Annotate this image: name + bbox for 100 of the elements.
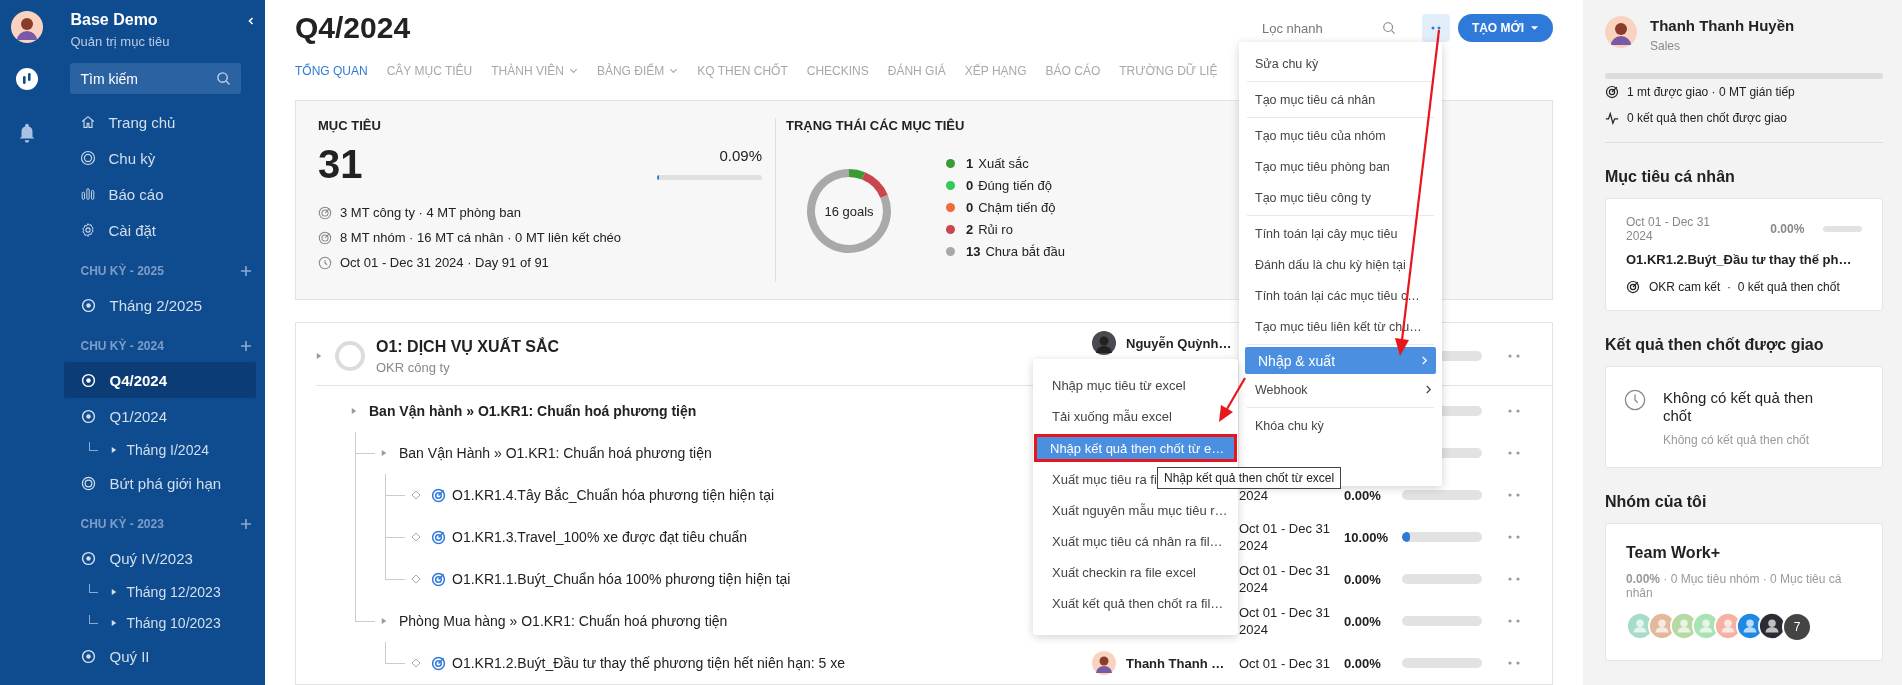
nav-item[interactable]: Báo cáo [70,176,241,212]
status-count: 1 [966,155,974,171]
key-result-title[interactable]: O1.KR1.1.Buýt_Chuẩn hóa 100% phương tiện hiện tại [452,571,791,587]
more-icon[interactable] [1507,409,1521,413]
caret-icon[interactable] [381,449,387,457]
owner-name: Nguyễn Quỳnh… [1126,335,1232,351]
add-icon[interactable] [240,518,253,530]
goal-title: O1.KR1.2.Buýt_Đầu tư thay thế ph… [1626,252,1853,267]
radio-icon [81,408,97,424]
menu-item[interactable]: Xuất nguyên mẫu mục tiêu r… [1033,495,1238,526]
avatar[interactable] [10,11,43,43]
brand-subtitle: Quản trị mục tiêu [70,34,170,49]
cycle-item[interactable]: Tháng 2/2025 [64,287,257,323]
donut-label: 16 goals [824,203,874,219]
cycle-item[interactable]: Tháng 10/2023 [107,612,225,633]
key-result-title[interactable]: Phòng Mua hàng » O1.KR1: Chuẩn hoá phương tiện [399,613,728,629]
goal-card[interactable]: Oct 01 - Dec 31 2024 0.00% O1.KR1.2.Buýt_Đầu tư thay thế ph… OKR cam kết · 0 kết quả then chốt [1605,198,1883,311]
add-icon[interactable] [240,340,253,352]
create-button[interactable]: TẠO MỚI [1458,14,1553,42]
clock-icon [1624,389,1646,411]
nav-item[interactable]: Chu kỳ [70,140,241,176]
menu-item[interactable]: Tạo mục tiêu phòng ban [1239,151,1442,182]
cycle-item[interactable]: Q4/2024 [64,362,257,398]
cycle-item[interactable]: Quý IV/2023 [64,540,257,576]
menu-item[interactable]: Tính toán lại cây mục tiêu [1239,218,1442,249]
objective-title[interactable]: O1: DỊCH VỤ XUẤT SẮC [376,337,560,356]
more-icon[interactable] [1507,661,1521,665]
home-icon [80,114,97,130]
cycle-item[interactable]: Tháng 12/2023 [107,581,225,602]
diamond-icon [411,532,421,542]
cycle-item[interactable]: Bứt phá giới hạn [64,465,257,501]
menu-item[interactable]: Sửa chu kỳ [1239,48,1442,79]
more-icon[interactable] [1507,535,1521,539]
nav-item[interactable]: Cài đặt [70,212,241,248]
chevron-icon [568,67,578,74]
menu-item[interactable]: Webhook [1239,374,1442,405]
cycle-item[interactable]: Tháng I/2024 [107,439,213,460]
caret-icon[interactable] [351,407,357,415]
objective-type: OKR công ty [376,359,451,375]
stat-text: 8 MT nhóm · 16 MT cá nhân · 0 MT liên kết chéo [340,230,622,245]
member-count: 7 [1782,612,1812,642]
chevron-icon [1425,384,1432,395]
tab[interactable]: TỔNG QUAN [295,63,368,78]
team-card[interactable]: Team Work+ 0.00% · 0 Mục tiêu nhóm · 0 Mục tiêu cá nhân 7 [1605,523,1883,661]
date-range: 2024 [1239,487,1268,503]
target-icon [431,655,446,671]
diamond-icon [411,658,421,668]
key-result-title[interactable]: Ban Vận Hành » O1.KR1: Chuẩn hoá phương tiện [399,445,712,461]
settings-icon [80,222,97,238]
caret-icon[interactable] [381,617,387,625]
target-icon [81,475,97,491]
more-icon[interactable] [1507,354,1521,358]
menu-item[interactable]: Nhập mục tiêu từ excel [1033,370,1238,401]
annotation-arrow [1219,377,1246,422]
menu-item[interactable]: Tạo mục tiêu của nhóm [1239,120,1442,151]
menu-item[interactable]: Khóa chu kỳ [1239,410,1442,441]
more-icon[interactable] [1507,577,1521,581]
key-result-title[interactable]: Ban Vận hành » O1.KR1: Chuẩn hoá phương tiện [369,403,697,419]
chart-icon[interactable] [14,67,39,91]
menu-item[interactable]: Tạo mục tiêu cá nhân [1239,84,1442,115]
status-label: Chưa bắt đầu [985,243,1065,259]
goal-meta: OKR cam kết · 0 kết quả then chốt [1649,280,1840,294]
key-result-title[interactable]: O1.KR1.4.Tây Bắc_Chuẩn hóa phương tiện hiện tại [452,487,775,503]
status-label: Rủi ro [978,221,1013,237]
more-icon[interactable] [1507,451,1521,455]
menu-item[interactable]: Đánh dấu là chu kỳ hiện tại [1239,249,1442,280]
progress-percent: 0.00% [1344,613,1381,629]
key-result-title[interactable]: O1.KR1.3.Travel_100% xe được đạt tiêu chuẩn [452,529,748,545]
radio-icon [81,372,97,388]
section-title: CHU KỲ - 2024 [80,339,164,353]
section-heading: Kết quả then chốt được giao [1605,336,1825,354]
search-icon[interactable] [1382,21,1396,35]
menu-item[interactable]: Xuất checkin ra file excel [1033,557,1238,588]
cycle-item[interactable]: Quý II [64,638,257,674]
brand-name: Base Demo [70,10,159,30]
target-icon [318,205,332,220]
search-icon[interactable] [216,71,232,86]
nav-item[interactable]: Trang chủ [70,104,241,140]
search-field[interactable]: Tìm kiếm [70,63,242,94]
menu-item[interactable]: Xuất kết quả then chốt ra fil… [1033,588,1238,619]
avatar [1092,651,1116,675]
key-result-title[interactable]: O1.KR1.2.Buýt_Đầu tư thay thế phương tiện hết niên hạn: 5 xe [452,655,845,671]
pulse-icon [1605,111,1619,125]
more-button[interactable] [1422,14,1450,42]
cycle-item[interactable]: Q1/2024 [64,398,257,434]
more-icon[interactable] [1507,619,1521,623]
caret-icon [111,445,118,454]
menu-item[interactable]: Tải xuống mẫu excel [1033,401,1238,432]
progress-percent: 0.00% [1344,487,1381,503]
date-range: Oct 01 - Dec 31 2024 [1239,521,1331,553]
menu-item[interactable]: Tạo mục tiêu công ty [1239,182,1442,213]
more-icon[interactable] [1507,493,1521,497]
add-icon[interactable] [240,265,253,277]
section-title: CHU KỲ - 2025 [80,264,164,278]
target-icon [1626,280,1640,294]
caret-icon[interactable] [316,352,322,360]
progress-ring-icon [334,340,366,372]
menu-item[interactable]: Xuất mục tiêu cá nhân ra fil… [1033,526,1238,557]
progress-percent: 0.00% [1344,571,1381,587]
stat-text: 3 MT công ty · 4 MT phòng ban [340,205,521,220]
